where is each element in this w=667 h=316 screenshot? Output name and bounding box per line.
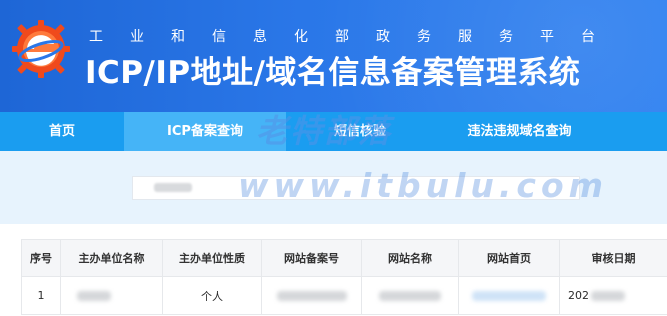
subtitle-char: 化 xyxy=(294,29,308,45)
col-header-org-type: 主办单位性质 xyxy=(162,239,262,277)
col-header-org-name: 主办单位名称 xyxy=(60,239,163,277)
subtitle-char: 务 xyxy=(499,29,513,45)
cell-index: 1 xyxy=(21,276,61,315)
blurred-search-text xyxy=(154,183,192,192)
table-header-row: 序号 主办单位名称 主办单位性质 网站备案号 网站名称 网站首页 审核日期 xyxy=(21,239,667,277)
col-header-index: 序号 xyxy=(21,239,61,277)
subtitle-char: 部 xyxy=(335,29,349,45)
header-subtitle: 工 业 和 信 息 化 部 政 务 服 务 平 台 xyxy=(89,26,595,46)
cell-org-type: 个人 xyxy=(162,276,262,315)
subtitle-char: 工 xyxy=(89,29,103,45)
col-header-homepage: 网站首页 xyxy=(458,239,560,277)
col-header-record-no: 网站备案号 xyxy=(261,239,362,277)
nav-item-illegal-domain-query[interactable]: 违法违规域名查询 xyxy=(434,112,605,151)
subtitle-char: 务 xyxy=(417,29,431,45)
page-title: ICP/IP地址/域名信息备案管理系统 xyxy=(85,55,581,91)
col-header-site-name: 网站名称 xyxy=(361,239,459,277)
cell-review-date: 202 xyxy=(559,276,667,315)
cell-site-name xyxy=(361,276,459,315)
icp-query-page: 工 业 和 信 息 化 部 政 务 服 务 平 台 ICP/IP地址/域名信息备… xyxy=(0,0,667,316)
blurred-record-no xyxy=(276,291,347,301)
subtitle-char: 和 xyxy=(171,29,185,45)
table-row[interactable]: 1 个人 202 xyxy=(21,276,667,315)
subtitle-char: 业 xyxy=(130,29,144,45)
cell-homepage[interactable] xyxy=(458,276,560,315)
subtitle-char: 信 xyxy=(212,29,226,45)
nav-item-sms-verify[interactable]: 短信核验 xyxy=(286,112,434,151)
site-header: 工 业 和 信 息 化 部 政 务 服 务 平 台 ICP/IP地址/域名信息备… xyxy=(0,0,667,112)
subtitle-char: 平 xyxy=(540,29,554,45)
subtitle-char: 服 xyxy=(458,29,472,45)
blurred-date-rest xyxy=(591,291,625,301)
search-banner xyxy=(0,151,667,224)
results-table: 序号 主办单位名称 主办单位性质 网站备案号 网站名称 网站首页 审核日期 1 … xyxy=(21,239,667,315)
subtitle-char: 政 xyxy=(376,29,390,45)
main-nav: 首页 ICP备案查询 短信核验 违法违规域名查询 xyxy=(0,112,667,151)
gear-globe-logo-icon xyxy=(12,20,70,78)
search-input[interactable] xyxy=(132,176,580,200)
nav-item-home[interactable]: 首页 xyxy=(0,112,124,151)
nav-item-icp-query[interactable]: ICP备案查询 xyxy=(124,112,286,151)
blurred-site-name xyxy=(379,291,441,301)
subtitle-char: 台 xyxy=(581,29,595,45)
blurred-homepage-link[interactable] xyxy=(472,291,546,301)
review-date-text: 202 xyxy=(568,289,589,302)
blurred-org-name xyxy=(77,291,111,301)
cell-org-name xyxy=(60,276,163,315)
col-header-review-date: 审核日期 xyxy=(559,239,667,277)
cell-record-no xyxy=(261,276,362,315)
subtitle-char: 息 xyxy=(253,29,267,45)
